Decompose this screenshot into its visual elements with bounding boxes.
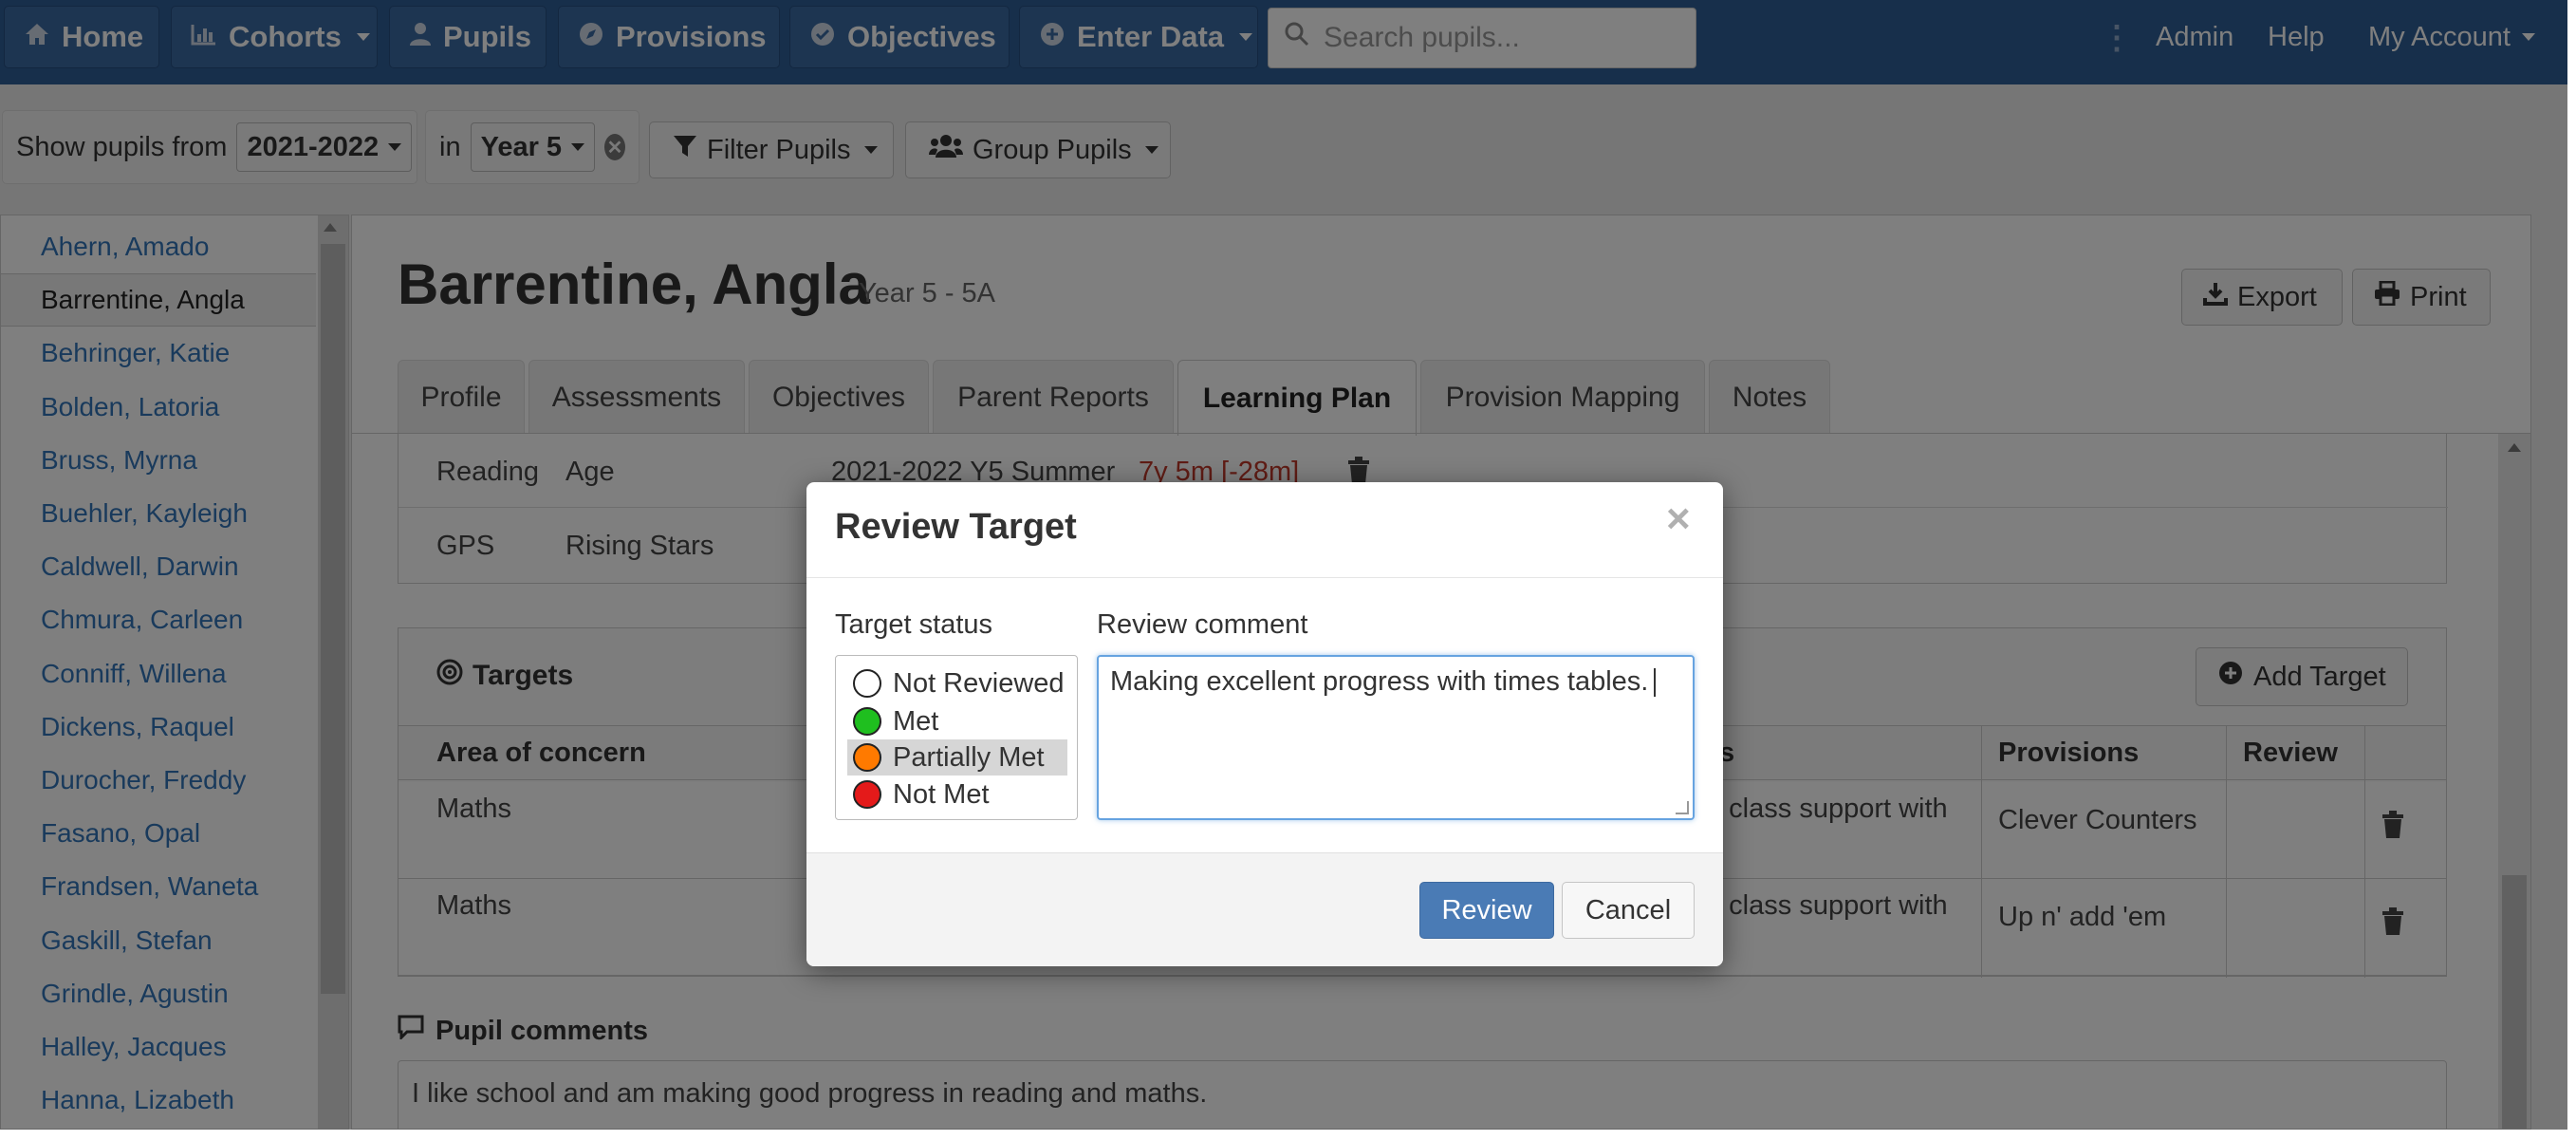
status-dot-icon	[853, 669, 881, 698]
cancel-button[interactable]: Cancel	[1562, 882, 1695, 939]
review-comment-label: Review comment	[1097, 609, 1308, 640]
status-option-label: Not Met	[893, 778, 990, 810]
review-button[interactable]: Review	[1419, 882, 1554, 939]
target-status-select[interactable]: Not Reviewed Met Partially Met Not Met	[835, 655, 1078, 820]
status-option-not-reviewed[interactable]: Not Reviewed	[847, 665, 1067, 701]
status-option-label: Not Reviewed	[893, 667, 1065, 699]
status-option-label: Partially Met	[893, 741, 1045, 773]
status-option-partially-met[interactable]: Partially Met	[847, 739, 1067, 776]
status-option-label: Met	[893, 705, 939, 737]
review-target-dialog: Review Target × Target status Review com…	[806, 482, 1723, 966]
status-dot-icon	[853, 707, 881, 736]
review-comment-value: Making excellent progress with times tab…	[1110, 666, 1649, 697]
text-cursor	[1654, 668, 1657, 698]
dialog-title: Review Target	[835, 507, 1077, 547]
status-dot-icon	[853, 743, 881, 772]
review-comment-textarea[interactable]: Making excellent progress with times tab…	[1097, 655, 1695, 820]
dialog-divider	[806, 577, 1723, 578]
target-status-label: Target status	[835, 609, 993, 640]
dialog-footer: Review Cancel	[806, 852, 1723, 966]
status-dot-icon	[853, 780, 881, 809]
resize-handle-icon[interactable]	[1676, 801, 1689, 814]
status-option-not-met[interactable]: Not Met	[847, 776, 1067, 813]
status-option-met[interactable]: Met	[847, 703, 1067, 739]
close-icon[interactable]: ×	[1666, 495, 1691, 543]
app-window: Home Cohorts Pupils Provisions Object	[0, 0, 2567, 1130]
